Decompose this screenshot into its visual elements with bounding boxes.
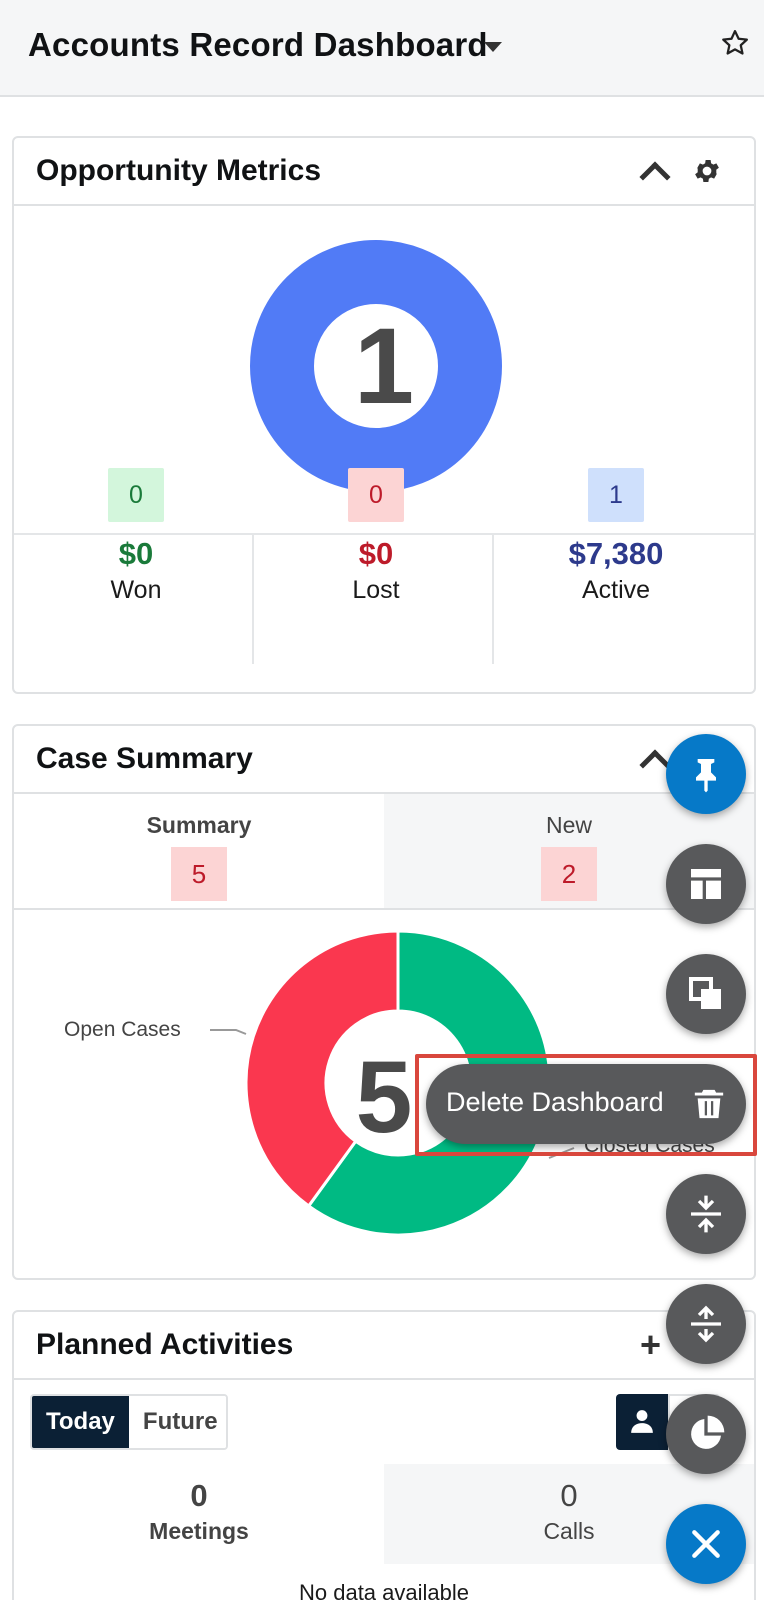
- favorite-star-icon[interactable]: [720, 28, 750, 58]
- collapse-all-icon: [691, 1195, 721, 1233]
- user-icon: [631, 1410, 653, 1433]
- dashlet-header: Case Summary: [14, 726, 754, 794]
- active-amount: $7,380: [568, 536, 664, 571]
- lost-metric[interactable]: 0 $0 Lost: [254, 468, 498, 604]
- close-icon: [692, 1530, 720, 1558]
- case-tabs: Summary 5 New 2: [14, 794, 754, 910]
- tab-summary[interactable]: Summary 5: [14, 794, 384, 908]
- active-count-badge: 1: [588, 468, 644, 522]
- collapse-all-button[interactable]: [666, 1174, 746, 1254]
- pin-icon: [696, 759, 716, 793]
- won-amount: $0: [118, 536, 154, 571]
- dashlet-header: Planned Activities +: [14, 1312, 754, 1380]
- lost-amount: $0: [358, 536, 394, 571]
- dashlet-title: Planned Activities: [36, 1328, 294, 1361]
- active-metric[interactable]: 1 $7,380 Active: [494, 468, 738, 604]
- tab-label: Summary: [146, 812, 252, 838]
- reports-button[interactable]: [666, 1394, 746, 1474]
- won-count-badge: 0: [108, 468, 164, 522]
- open-cases-label: Open Cases: [64, 1018, 181, 1041]
- tab-count-badge: 2: [541, 847, 597, 901]
- duplicate-button[interactable]: [666, 954, 746, 1034]
- dashboard-header: Accounts Record Dashboard: [0, 0, 764, 97]
- gear-icon[interactable]: [692, 156, 722, 186]
- dashboard-title[interactable]: Accounts Record Dashboard: [28, 26, 488, 64]
- lost-count-badge: 0: [348, 468, 404, 522]
- add-activity-button[interactable]: +: [640, 1324, 661, 1366]
- opportunity-metrics-dashlet: Opportunity Metrics 1 0 $0 Won 0 $0 Lost…: [12, 136, 756, 694]
- won-metric[interactable]: 0 $0 Won: [14, 468, 258, 604]
- expand-all-button[interactable]: [666, 1284, 746, 1364]
- tab-count-badge: 5: [171, 847, 227, 901]
- dashlet-title: Case Summary: [36, 742, 253, 775]
- my-items-button[interactable]: [616, 1394, 668, 1450]
- pin-dashboard-button[interactable]: [666, 734, 746, 814]
- collapse-chevron-icon[interactable]: [639, 161, 671, 193]
- dashboard-menu-caret-icon[interactable]: [484, 42, 502, 52]
- highlight-box: [415, 1054, 757, 1156]
- lost-label: Lost: [352, 576, 400, 604]
- opportunity-total: 1: [353, 305, 415, 426]
- won-label: Won: [110, 576, 162, 604]
- expand-all-icon: [691, 1305, 721, 1343]
- case-summary-dashlet: Case Summary Summary 5 New 2 5 Open Case…: [12, 724, 756, 1280]
- active-label: Active: [581, 576, 651, 604]
- dashlet-header: Opportunity Metrics: [14, 138, 754, 206]
- planned-activities-dashlet: Planned Activities + Today Future 0 Meet…: [12, 1310, 756, 1600]
- duplicate-icon: [689, 977, 721, 1009]
- open-cases-leader-line: [210, 1029, 247, 1035]
- pie-chart-icon: [691, 1415, 725, 1449]
- meetings-label: Meetings: [149, 1518, 249, 1544]
- layout-icon: [691, 869, 721, 899]
- activity-filter-toggle: Today Future: [30, 1394, 228, 1450]
- meetings-count: 0: [190, 1478, 208, 1513]
- close-menu-button[interactable]: [666, 1504, 746, 1584]
- tab-label: New: [545, 812, 592, 838]
- filter-today[interactable]: Today: [32, 1396, 129, 1448]
- layout-button[interactable]: [666, 844, 746, 924]
- empty-state-text: No data available: [298, 1580, 469, 1600]
- filter-future[interactable]: Future: [128, 1396, 226, 1448]
- dashlet-title: Opportunity Metrics: [36, 154, 322, 187]
